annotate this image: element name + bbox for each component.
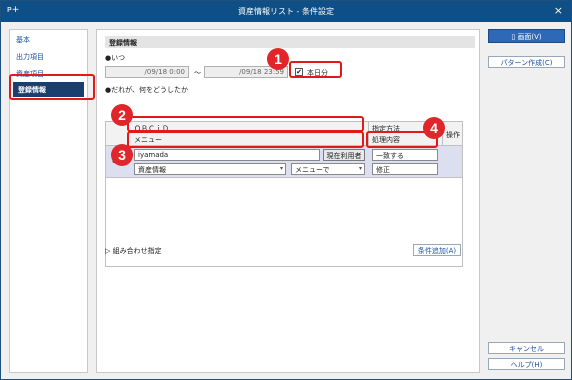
process-select-value: 修正: [376, 166, 390, 174]
cancel-button[interactable]: キャンセル: [488, 342, 565, 354]
annotation-box-1: [289, 61, 342, 78]
annotation-badge-4: 4: [423, 117, 445, 139]
window-title: 資産情報リスト - 条件設定: [238, 7, 334, 16]
annotation-badge-1: 1: [267, 48, 289, 70]
by-menu-select[interactable]: メニューで ▾: [291, 163, 365, 175]
date-from-field[interactable]: /09/18 0:00: [105, 66, 189, 78]
action-panel: ▯ 画面(V) パターン作成(C) キャンセル ヘルプ(H): [488, 29, 565, 373]
menu-select[interactable]: 資産情報 ▾: [134, 163, 286, 175]
annotation-badge-2: 2: [111, 104, 133, 126]
chevron-down-icon: ▾: [279, 165, 283, 172]
annotation-box-3: [127, 131, 364, 148]
add-condition-button[interactable]: 条件追加(A): [413, 244, 461, 256]
current-user-button[interactable]: 現在利用者: [323, 149, 365, 161]
annotation-box-sidebar: [9, 74, 95, 100]
dialog-window: ᴘ+ 資産情報リスト - 条件設定 × 基本 出力項目 資産項目 登録情報 登録…: [0, 0, 572, 380]
close-icon[interactable]: ×: [554, 4, 563, 17]
title-bar: ᴘ+ 資産情報リスト - 条件設定 ×: [1, 1, 571, 22]
screen-button[interactable]: ▯ 画面(V): [488, 29, 565, 43]
match-select[interactable]: 一致する: [372, 149, 438, 161]
help-button[interactable]: ヘルプ(H): [488, 358, 565, 370]
sidebar-item-output-fields[interactable]: 出力項目: [16, 52, 44, 62]
annotation-badge-3: 3: [111, 144, 133, 166]
chevron-down-icon: ▾: [358, 165, 362, 172]
section-title: 登録情報: [105, 36, 475, 48]
range-tilde: 〜: [194, 69, 201, 77]
who-label: ●だれが、何をどうしたか: [105, 86, 188, 94]
pattern-create-button[interactable]: パターン作成(C): [488, 56, 565, 68]
by-menu-select-value: メニューで: [295, 166, 330, 174]
combination-toggle[interactable]: ▷ 組み合わせ指定: [105, 246, 162, 256]
header-operation: 操作: [446, 131, 460, 139]
sidebar-item-basic[interactable]: 基本: [16, 35, 30, 45]
menu-select-value: 資産情報: [138, 166, 166, 174]
when-label: ●いつ: [105, 54, 126, 62]
process-select[interactable]: 修正: [372, 163, 438, 175]
user-id-input[interactable]: iyamada: [134, 149, 320, 161]
main-panel: 登録情報 ●いつ /09/18 0:00 〜 /09/18 23:59 ✔ 本日…: [96, 29, 480, 373]
annotation-box-2: [127, 116, 364, 132]
table-row[interactable]: 01 iyamada 現在利用者 一致する 資産情報 ▾ メニューで ▾ 修正: [106, 146, 462, 178]
screen-button-label: 画面(V): [517, 33, 542, 41]
match-select-value: 一致する: [376, 152, 404, 160]
